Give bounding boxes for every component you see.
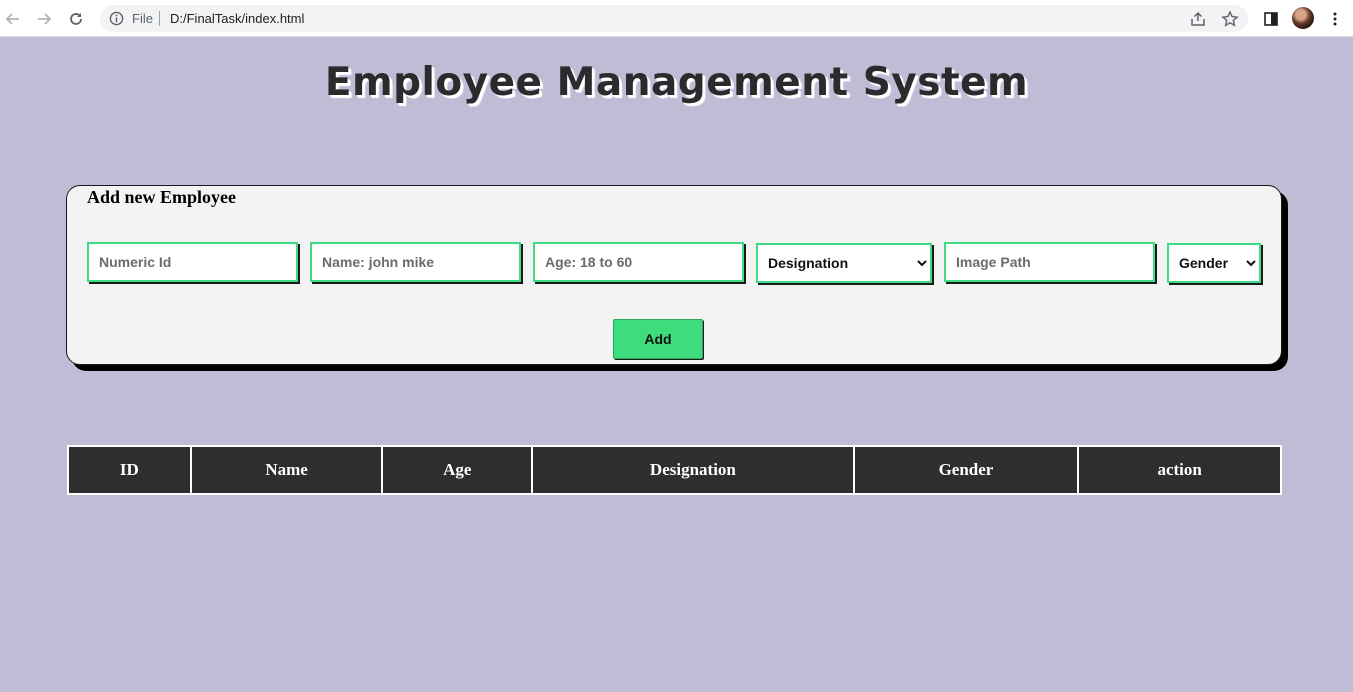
share-icon[interactable] bbox=[1189, 10, 1207, 28]
scheme-label: File bbox=[132, 11, 153, 26]
form-heading: Add new Employee bbox=[87, 187, 237, 207]
forward-arrow-icon bbox=[38, 13, 52, 25]
address-divider bbox=[159, 11, 160, 26]
table-header-row: ID Name Age Designation Gender action bbox=[67, 445, 1282, 495]
designation-select[interactable]: Designation bbox=[756, 243, 932, 283]
reload-button[interactable] bbox=[65, 8, 87, 30]
header-action: action bbox=[1077, 445, 1282, 495]
kebab-menu-icon bbox=[1333, 12, 1337, 26]
browser-toolbar: File D:/FinalTask/index.html bbox=[0, 0, 1353, 37]
back-arrow-icon bbox=[5, 13, 19, 25]
add-employee-form: Add new Employee Designation Gender Add bbox=[66, 185, 1282, 365]
add-button[interactable]: Add bbox=[613, 319, 703, 359]
star-icon[interactable] bbox=[1221, 10, 1239, 28]
gender-select[interactable]: Gender bbox=[1167, 243, 1261, 283]
page-title: Employee Management System bbox=[324, 60, 1029, 105]
reload-icon bbox=[70, 13, 82, 25]
side-panel-icon bbox=[1264, 12, 1278, 26]
header-name: Name bbox=[189, 445, 384, 495]
avatar[interactable] bbox=[1292, 7, 1314, 29]
header-id: ID bbox=[67, 445, 192, 495]
address-bar[interactable]: File D:/FinalTask/index.html bbox=[100, 5, 1248, 32]
image-path-input[interactable] bbox=[944, 242, 1155, 282]
header-designation: Designation bbox=[531, 445, 855, 495]
info-icon[interactable] bbox=[109, 11, 124, 26]
name-input[interactable] bbox=[310, 242, 521, 282]
header-gender: Gender bbox=[852, 445, 1080, 495]
url-text[interactable]: D:/FinalTask/index.html bbox=[170, 11, 304, 26]
menu-button[interactable] bbox=[1324, 8, 1346, 30]
forward-button[interactable] bbox=[33, 8, 55, 30]
side-panel-button[interactable] bbox=[1260, 8, 1282, 30]
header-age: Age bbox=[381, 445, 534, 495]
id-input[interactable] bbox=[87, 242, 298, 282]
age-input[interactable] bbox=[533, 242, 744, 282]
employee-table: ID Name Age Designation Gender action bbox=[67, 445, 1282, 495]
back-button[interactable] bbox=[2, 8, 24, 30]
